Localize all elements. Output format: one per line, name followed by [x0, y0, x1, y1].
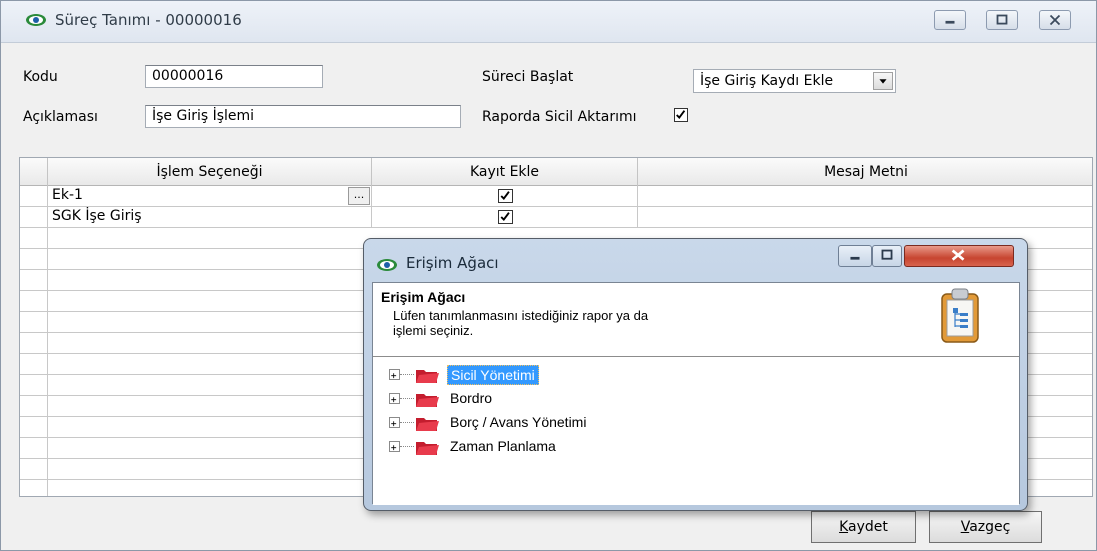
row-indicator: [20, 270, 48, 290]
column-header-kayit-ekle[interactable]: Kayıt Ekle: [372, 158, 638, 186]
column-header-mesaj[interactable]: Mesaj Metni: [638, 158, 1092, 186]
grid-indicator-header: [20, 158, 48, 186]
window-title: Süreç Tanımı - 00000016: [55, 11, 242, 29]
erisim-agaci-dialog: Erişim Ağacı Erişim Ağacı Lüfen tanımlan…: [363, 238, 1028, 511]
mesaj-cell[interactable]: [638, 186, 1092, 206]
kodu-label: Kodu: [23, 69, 58, 85]
kayit-ekle-checkbox[interactable]: [498, 189, 513, 203]
kayit-ekle-cell[interactable]: [372, 207, 638, 227]
column-header-islem[interactable]: İşlem Seçeneği: [48, 158, 372, 186]
folder-icon: [416, 370, 439, 383]
dialog-title: Erişim Ağacı: [406, 254, 499, 272]
minimize-icon: [850, 256, 860, 260]
checkbox-icon: [500, 212, 510, 222]
expand-plus-icon[interactable]: [389, 417, 400, 428]
row-indicator: [20, 207, 48, 227]
vazgec-button[interactable]: Vazgeç: [929, 511, 1042, 543]
row-indicator: [20, 186, 48, 206]
expand-plus-icon[interactable]: [389, 393, 400, 404]
islem-value: SGK İşe Giriş: [52, 208, 142, 224]
description-line-2: işlemi seçiniz.: [393, 323, 474, 338]
clipboard-tree-icon: [941, 288, 979, 343]
row-indicator: [20, 333, 48, 353]
checkbox-icon: [676, 110, 686, 120]
kaydet-label: aydet: [848, 519, 888, 535]
minimize-icon: [945, 20, 955, 24]
raporda-label: Raporda Sicil Aktarımı: [482, 109, 637, 125]
tree-connector: [400, 374, 414, 375]
ellipsis-icon: ...: [353, 188, 365, 201]
tree-label: Bordro: [450, 390, 493, 406]
dialog-close-button[interactable]: [904, 245, 1014, 267]
folder-icon: [416, 418, 439, 431]
dialog-header-title: Erişim Ağacı: [381, 289, 466, 305]
row-indicator: [20, 375, 48, 395]
access-tree: Sicil Yönetimi Bordro Borç / Avans Yönet…: [373, 358, 1019, 505]
folder-icon: [416, 394, 439, 407]
aciklama-field[interactable]: İşe Giriş İşlemi: [145, 105, 461, 128]
tree-label: Sicil Yönetimi: [447, 365, 539, 385]
tree-connector: [400, 422, 414, 423]
row-indicator: [20, 291, 48, 311]
table-row[interactable]: Ek-1 ...: [20, 186, 1092, 207]
row-indicator: [20, 228, 48, 248]
row-indicator: [20, 354, 48, 374]
eye-app-icon: [377, 259, 397, 271]
description-line-1: Lüfen tanımlanmasını istediğiniz rapor y…: [393, 308, 649, 323]
row-indicator: [20, 249, 48, 269]
maximize-button[interactable]: [986, 10, 1018, 30]
expand-plus-icon[interactable]: [389, 369, 400, 380]
row-indicator: [20, 312, 48, 332]
mesaj-cell[interactable]: [638, 207, 1092, 227]
tree-label: Borç / Avans Yönetimi: [450, 414, 587, 430]
tree-connector: [400, 446, 414, 447]
dialog-header-description: Lüfen tanımlanmasını istediğiniz rapor y…: [393, 308, 813, 338]
ellipsis-button[interactable]: ...: [348, 187, 370, 205]
folder-icon: [416, 442, 439, 455]
kaydet-button[interactable]: Kaydet: [811, 511, 916, 543]
expand-plus-icon[interactable]: [389, 441, 400, 452]
main-titlebar: Süreç Tanımı - 00000016: [1, 1, 1096, 43]
raporda-checkbox[interactable]: [674, 108, 688, 122]
kayit-ekle-cell[interactable]: [372, 186, 638, 206]
islem-cell[interactable]: Ek-1 ...: [48, 186, 372, 206]
dialog-maximize-button[interactable]: [872, 245, 902, 267]
checkbox-icon: [500, 191, 510, 201]
sureci-baslat-select[interactable]: İşe Giriş Kaydı Ekle: [693, 69, 896, 93]
maximize-icon: [881, 249, 893, 260]
close-icon: [951, 249, 965, 261]
dialog-content: Erişim Ağacı Lüfen tanımlanmasını istedi…: [372, 282, 1020, 505]
vazgec-mnemonic: V: [960, 519, 970, 535]
kaydet-mnemonic: K: [839, 519, 849, 535]
dropdown-arrow-icon[interactable]: [873, 72, 893, 90]
row-indicator: [20, 417, 48, 437]
row-indicator: [20, 438, 48, 458]
vazgec-label: azgeç: [969, 519, 1011, 535]
minimize-button[interactable]: [934, 10, 966, 30]
islem-cell[interactable]: SGK İşe Giriş: [48, 207, 372, 227]
kodu-field[interactable]: 00000016: [145, 65, 323, 88]
tree-label: Zaman Planlama: [450, 438, 556, 454]
close-icon: [1049, 14, 1061, 26]
dialog-header: Erişim Ağacı Lüfen tanımlanmasını istedi…: [373, 283, 1019, 357]
islem-value: Ek-1: [52, 187, 83, 203]
kayit-ekle-checkbox[interactable]: [498, 210, 513, 224]
close-button[interactable]: [1039, 10, 1071, 30]
sureci-baslat-label: Süreci Başlat: [482, 69, 574, 85]
grid-header: İşlem Seçeneği Kayıt Ekle Mesaj Metni: [20, 158, 1092, 186]
table-row[interactable]: SGK İşe Giriş: [20, 207, 1092, 228]
dialog-minimize-button[interactable]: [838, 245, 872, 267]
eye-app-icon: [26, 14, 46, 26]
maximize-icon: [996, 14, 1008, 25]
row-indicator: [20, 396, 48, 416]
aciklama-label: Açıklaması: [23, 109, 98, 125]
sureci-baslat-value: İşe Giriş Kaydı Ekle: [700, 73, 834, 89]
row-indicator: [20, 480, 48, 496]
row-indicator: [20, 459, 48, 479]
tree-connector: [400, 398, 414, 399]
